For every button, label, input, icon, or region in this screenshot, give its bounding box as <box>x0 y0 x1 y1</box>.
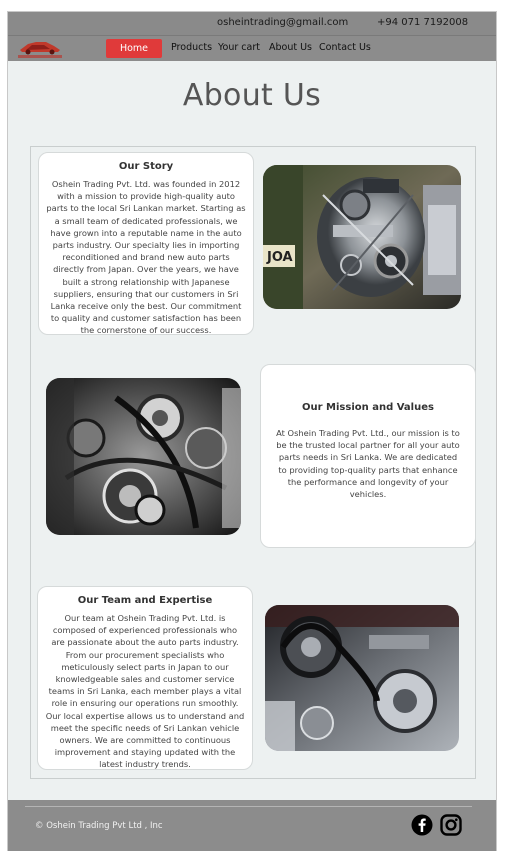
instagram-icon[interactable] <box>440 814 462 836</box>
copyright-icon: © <box>35 821 44 831</box>
copyright-text: Oshein Trading Pvt Ltd , Inc <box>46 821 163 831</box>
contact-phone[interactable]: +94 071 7192008 <box>377 17 468 28</box>
main-navbar: Home Products Your cart About Us Contact… <box>8 35 496 61</box>
nav-about-us[interactable]: About Us <box>269 42 312 53</box>
nav-contact-us[interactable]: Contact Us <box>319 42 371 53</box>
contact-email[interactable]: osheintrading@gmail.com <box>217 17 348 28</box>
top-contact-bar: osheintrading@gmail.com +94 071 7192008 <box>8 12 496 35</box>
engine-belts-photo <box>46 378 241 535</box>
team-title: Our Team and Expertise <box>77 595 213 606</box>
mission-text: At Oshein Trading Pvt. Ltd., our mission… <box>276 428 460 500</box>
company-logo[interactable] <box>14 38 66 60</box>
svg-text:JOA: JOA <box>266 250 293 265</box>
story-title: Our Story <box>118 161 174 172</box>
mission-card: Our Mission and Values At Oshein Trading… <box>260 364 476 548</box>
about-content: Our Story Oshein Trading Pvt. Ltd. was f… <box>30 146 476 779</box>
nav-your-cart[interactable]: Your cart <box>218 42 260 53</box>
facebook-icon[interactable] <box>411 814 433 836</box>
engine-photo: JOA <box>263 165 461 309</box>
story-card: Our Story Oshein Trading Pvt. Ltd. was f… <box>38 152 254 335</box>
footer-copyright: © Oshein Trading Pvt Ltd , Inc <box>35 821 163 831</box>
team-text: Our team at Oshein Trading Pvt. Ltd. is … <box>45 613 245 770</box>
nav-home[interactable]: Home <box>106 39 162 58</box>
nav-products[interactable]: Products <box>171 42 212 53</box>
story-text: Oshein Trading Pvt. Ltd. was founded in … <box>46 179 246 336</box>
page-frame: osheintrading@gmail.com +94 071 7192008 … <box>7 11 497 851</box>
site-footer: © Oshein Trading Pvt Ltd , Inc <box>8 800 496 851</box>
team-card: Our Team and Expertise Our team at Oshei… <box>37 586 253 770</box>
page-title: About Us <box>182 78 322 113</box>
mission-title: Our Mission and Values <box>302 402 434 413</box>
engine-pulley-photo <box>265 605 459 751</box>
footer-divider <box>25 806 472 807</box>
